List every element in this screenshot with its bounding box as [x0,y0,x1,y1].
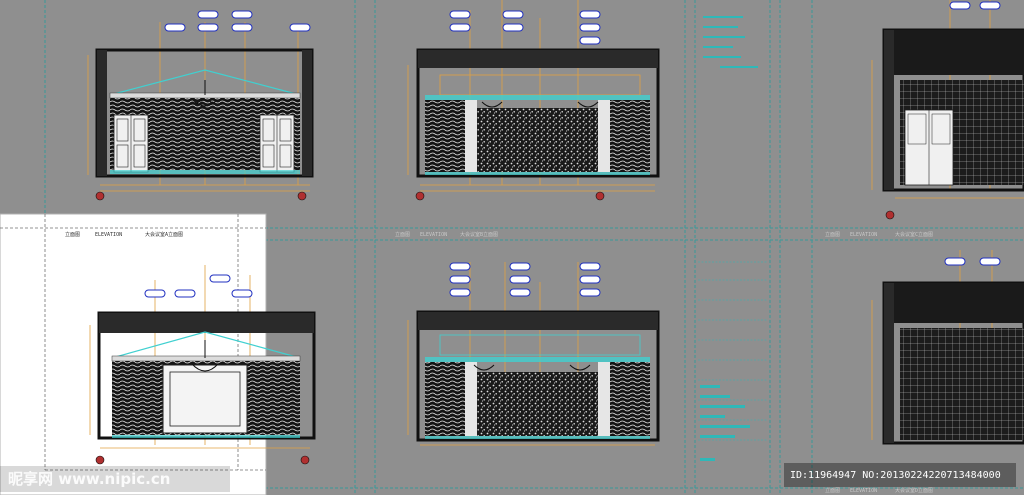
svg-text:大会议室C立面图: 大会议室C立面图 [895,231,933,238]
svg-text:大会议室D立面图: 大会议室D立面图 [895,487,933,494]
svg-text:ID:11964947 NO:201302242207134: ID:11964947 NO:20130224220713484000 [790,470,1001,481]
svg-text:ELEVATION: ELEVATION [420,232,447,238]
svg-text:立面图: 立面图 [825,487,840,494]
svg-text:立面图: 立面图 [65,231,80,238]
cad-drawing-canvas[interactable]: 立面图 ELEVATION 大会议室A立面图 立面图 ELEVATION 大会议… [0,0,1024,495]
svg-text:立面图: 立面图 [395,231,410,238]
id-watermark: ID:11964947 NO:20130224220713484000 [784,463,1016,487]
site-watermark: 昵享网 www.nipic.cn [0,466,230,492]
svg-text:大会议室B立面图: 大会议室B立面图 [460,231,498,238]
svg-text:立面图: 立面图 [825,231,840,238]
svg-text:ELEVATION: ELEVATION [95,232,122,238]
svg-text:昵享网 www.nipic.cn: 昵享网 www.nipic.cn [8,470,170,488]
svg-text:大会议室A立面图: 大会议室A立面图 [145,231,183,238]
svg-text:ELEVATION: ELEVATION [850,232,877,238]
svg-text:ELEVATION: ELEVATION [850,488,877,494]
